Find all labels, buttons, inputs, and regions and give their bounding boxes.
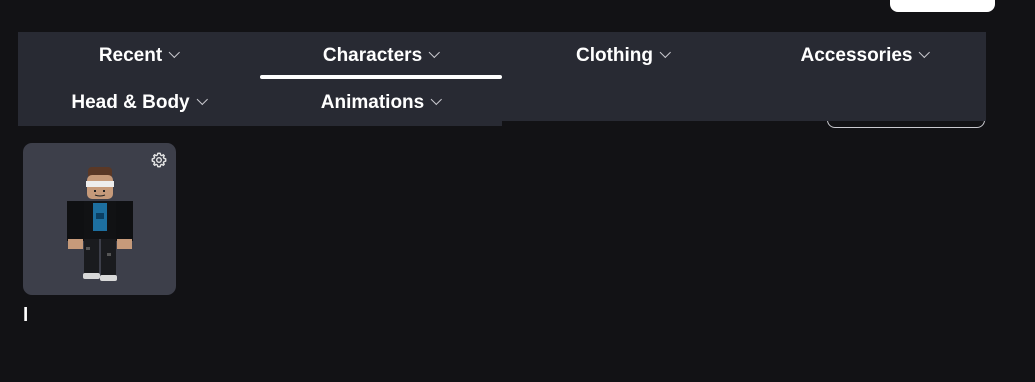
tab-label: Clothing xyxy=(575,44,654,66)
tab-head-body[interactable]: Head & Body xyxy=(18,79,260,126)
chevron-down-icon xyxy=(168,46,181,58)
tab-label: Head & Body xyxy=(71,91,190,113)
top-action-button[interactable] xyxy=(890,0,995,12)
character-avatar xyxy=(67,167,133,281)
tab-label: Recent xyxy=(98,44,163,66)
character-name: l xyxy=(23,305,29,326)
chevron-down-icon xyxy=(430,93,443,105)
tab-animations[interactable]: Animations xyxy=(260,79,502,126)
chevron-down-icon xyxy=(919,46,931,58)
category-nav-row-1: Recent Characters Clothing Accessories xyxy=(18,32,986,79)
category-nav-row-2: Head & Body Animations xyxy=(18,79,986,126)
character-tile[interactable] xyxy=(23,143,176,295)
chevron-down-icon xyxy=(659,46,671,58)
tab-characters[interactable]: Characters xyxy=(260,32,502,79)
tab-label: Animations xyxy=(320,91,425,113)
tab-accessories[interactable]: Accessories xyxy=(744,32,986,79)
tab-clothing[interactable]: Clothing xyxy=(502,32,744,79)
tab-recent[interactable]: Recent xyxy=(18,32,260,79)
tab-label: Accessories xyxy=(800,44,913,66)
tab-label: Characters xyxy=(322,44,423,66)
gear-icon[interactable] xyxy=(151,152,167,168)
chevron-down-icon xyxy=(196,93,208,105)
chevron-down-icon xyxy=(428,46,441,58)
page: Recent Characters Clothing Accessories H… xyxy=(0,0,1035,382)
